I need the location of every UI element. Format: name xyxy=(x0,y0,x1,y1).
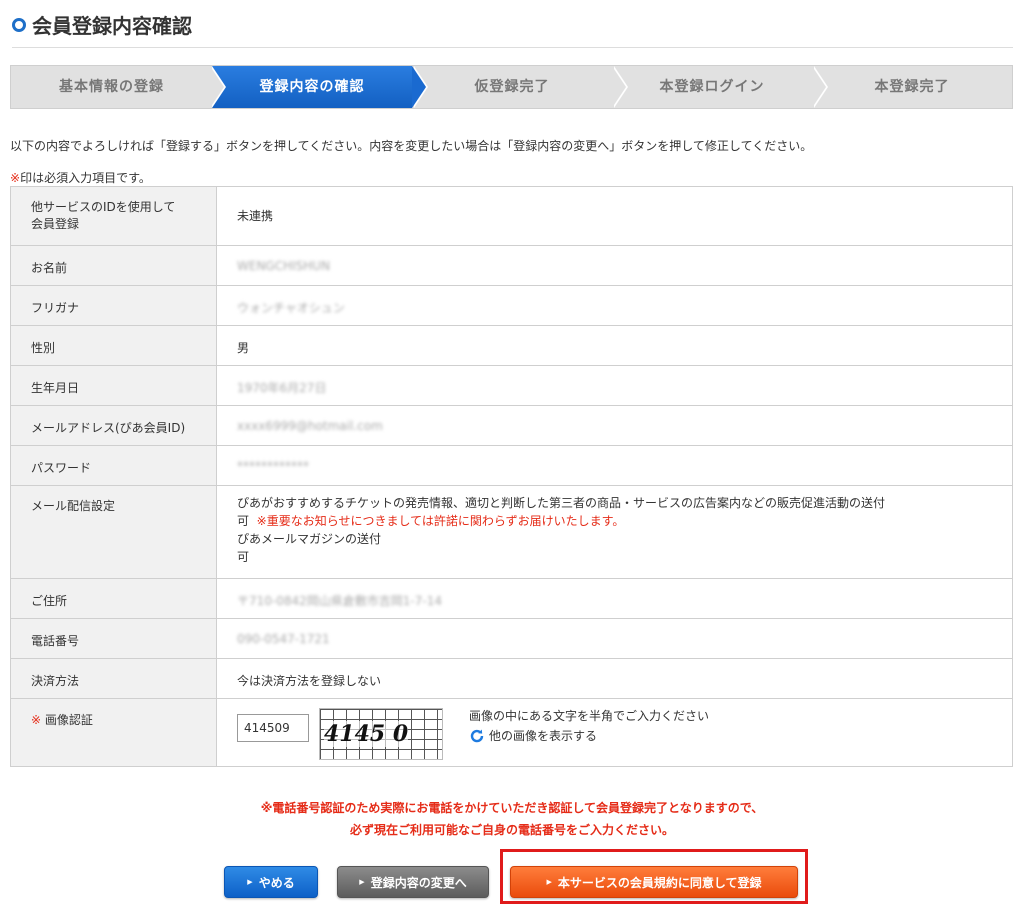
mail-settings-note: ※重要なお知らせにつきましては許諾に関わらずお届けいたします。 xyxy=(256,514,625,528)
captcha-refresh-label[interactable]: 他の画像を表示する xyxy=(489,726,597,746)
password-value-text: ************ xyxy=(237,459,309,473)
table-row: パスワード ************ xyxy=(10,445,1013,486)
password-value: ************ xyxy=(216,445,1013,486)
cancel-button[interactable]: ▶ やめる xyxy=(224,866,318,898)
mail-settings-line4: 可 xyxy=(237,550,250,564)
captcha-help: 画像の中にある文字を半角でご入力ください 他の画像を表示する xyxy=(469,706,709,746)
step-complete: 本登録完了 xyxy=(874,79,950,95)
table-row: メール配信設定 ぴあがおすすめするチケットの発売情報、適切と判断した第三者の商品… xyxy=(10,485,1013,579)
mail-settings-line2-value: 可 xyxy=(237,514,250,528)
phone-label: 電話番号 xyxy=(10,618,217,659)
furigana-value: ウォンチャオシュン xyxy=(216,285,1013,326)
step-basic-info: 基本情報の登録 xyxy=(59,79,164,95)
password-label: パスワード xyxy=(10,445,217,486)
confirmation-table: 他サービスのIDを使用して 会員登録 未連携 お名前 WENGCHISHUN フリ… xyxy=(10,186,1013,767)
step-separator-icon xyxy=(210,66,224,108)
table-row: フリガナ ウォンチャオシュン xyxy=(10,285,1013,326)
table-row: ※ 画像認証 4145 0 画像の中にある文字を半角でご入力ください 他の画像を… xyxy=(10,698,1013,767)
step-confirm: 登録内容の確認 xyxy=(212,66,412,108)
step-separator-icon xyxy=(812,66,826,108)
table-row: ご住所 〒710-0842岡山県倉敷市吉岡1-7-14 xyxy=(10,578,1013,619)
captcha-help-text: 画像の中にある文字を半角でご入力ください xyxy=(469,709,710,723)
captcha-input[interactable] xyxy=(237,714,309,742)
payment-label: 決済方法 xyxy=(10,658,217,699)
name-value: WENGCHISHUN xyxy=(216,245,1013,286)
play-icon: ▶ xyxy=(359,878,365,886)
table-row: 決済方法 今は決済方法を登録しない xyxy=(10,658,1013,699)
other-service-value: 未連携 xyxy=(216,186,1013,246)
change-button[interactable]: ▶ 登録内容の変更へ xyxy=(337,866,489,898)
captcha-label-text: 画像認証 xyxy=(44,713,93,727)
required-note-text: 印は必須入力項目です。 xyxy=(20,171,151,185)
captcha-wrap: 4145 0 画像の中にある文字を半角でご入力ください 他の画像を表示する xyxy=(237,708,992,760)
play-icon: ▶ xyxy=(247,878,253,886)
change-button-label: 登録内容の変更へ xyxy=(370,875,467,890)
title-circle-icon xyxy=(12,17,26,32)
table-row: 生年月日 1970年6月27日 xyxy=(10,365,1013,406)
table-row: 他サービスのIDを使用して 会員登録 未連携 xyxy=(10,186,1013,246)
gender-value: 男 xyxy=(216,325,1013,366)
refresh-icon xyxy=(470,729,484,743)
play-icon: ▶ xyxy=(546,878,552,886)
captcha-required-mark: ※ xyxy=(31,713,42,727)
name-label: お名前 xyxy=(10,245,217,286)
email-value-text: xxxx6999@hotmail.com xyxy=(237,419,383,433)
captcha-label: ※ 画像認証 xyxy=(10,698,217,767)
table-row: 電話番号 090-0547-1721 xyxy=(10,618,1013,659)
other-service-label-1: 他サービスのIDを使用して xyxy=(31,200,176,214)
email-label: メールアドレス(ぴあ会員ID) xyxy=(10,405,217,446)
table-row: メールアドレス(ぴあ会員ID) xxxx6999@hotmail.com xyxy=(10,405,1013,446)
phone-notice-line2: 必ず現在ご利用可能なご自身の電話番号をご入力ください。 xyxy=(349,823,674,837)
step-login: 本登録ログイン xyxy=(659,79,765,95)
table-row: お名前 WENGCHISHUN xyxy=(10,245,1013,286)
address-value: 〒710-0842岡山県倉敷市吉岡1-7-14 xyxy=(216,578,1013,619)
address-label: ご住所 xyxy=(10,578,217,619)
intro-text: 以下の内容でよろしければ「登録する」ボタンを押してください。内容を変更したい場合… xyxy=(10,139,813,153)
captcha-image: 4145 0 xyxy=(319,708,443,760)
page-title-text: 会員登録内容確認 xyxy=(32,14,192,38)
page-title: 会員登録内容確認 xyxy=(12,8,1013,48)
mail-settings-line1: ぴあがおすすめするチケットの発売情報、適切と判断した第三者の商品・サービスの広告… xyxy=(237,496,886,510)
captcha-refresh-link[interactable]: 他の画像を表示する xyxy=(469,726,709,746)
name-value-text: WENGCHISHUN xyxy=(237,259,331,273)
register-button[interactable]: ▶ 本サービスの会員規約に同意して登録 xyxy=(510,866,798,898)
birthday-value: 1970年6月27日 xyxy=(216,365,1013,406)
step-provisional: 仮登録完了 xyxy=(474,79,550,95)
progress-steps: 基本情報の登録 登録内容の確認 仮登録完了 本登録ログイン 本登録完了 xyxy=(10,65,1013,109)
step-separator-icon xyxy=(412,66,426,108)
row-label: 他サービスのIDを使用して 会員登録 xyxy=(10,186,217,246)
payment-value: 今は決済方法を登録しない xyxy=(216,658,1013,699)
furigana-value-text: ウォンチャオシュン xyxy=(237,301,345,315)
mail-settings-label: メール配信設定 xyxy=(10,485,217,579)
email-value: xxxx6999@hotmail.com xyxy=(216,405,1013,446)
required-mark: ※ xyxy=(10,171,21,185)
gender-label: 性別 xyxy=(10,325,217,366)
address-value-text: 〒710-0842岡山県倉敷市吉岡1-7-14 xyxy=(237,594,442,608)
furigana-label: フリガナ xyxy=(10,285,217,326)
step-separator-icon xyxy=(612,66,626,108)
register-button-label: 本サービスの会員規約に同意して登録 xyxy=(557,875,762,890)
mail-settings-value: ぴあがおすすめするチケットの発売情報、適切と判断した第三者の商品・サービスの広告… xyxy=(216,485,1013,579)
captcha-image-text: 4145 0 xyxy=(324,721,409,747)
captcha-cell: 4145 0 画像の中にある文字を半角でご入力ください 他の画像を表示する xyxy=(216,698,1013,767)
table-row: 性別 男 xyxy=(10,325,1013,366)
other-service-label-2: 会員登録 xyxy=(31,217,80,231)
cancel-button-label: やめる xyxy=(258,875,295,890)
phone-value: 090-0547-1721 xyxy=(216,618,1013,659)
mail-settings-line2: 可 ※重要なお知らせにつきましては許諾に関わらずお届けいたします。 xyxy=(237,512,992,530)
phone-notice-line1: ※電話番号認証のため実際にお電話をかけていただき認証して会員登録完了となりますの… xyxy=(260,801,764,815)
birthday-label: 生年月日 xyxy=(10,365,217,406)
birthday-value-text: 1970年6月27日 xyxy=(237,381,327,395)
required-note: ※印は必須入力項目です。 xyxy=(10,169,151,186)
phone-value-text: 090-0547-1721 xyxy=(237,632,330,646)
mail-settings-line3: ぴあメールマガジンの送付 xyxy=(237,532,382,546)
